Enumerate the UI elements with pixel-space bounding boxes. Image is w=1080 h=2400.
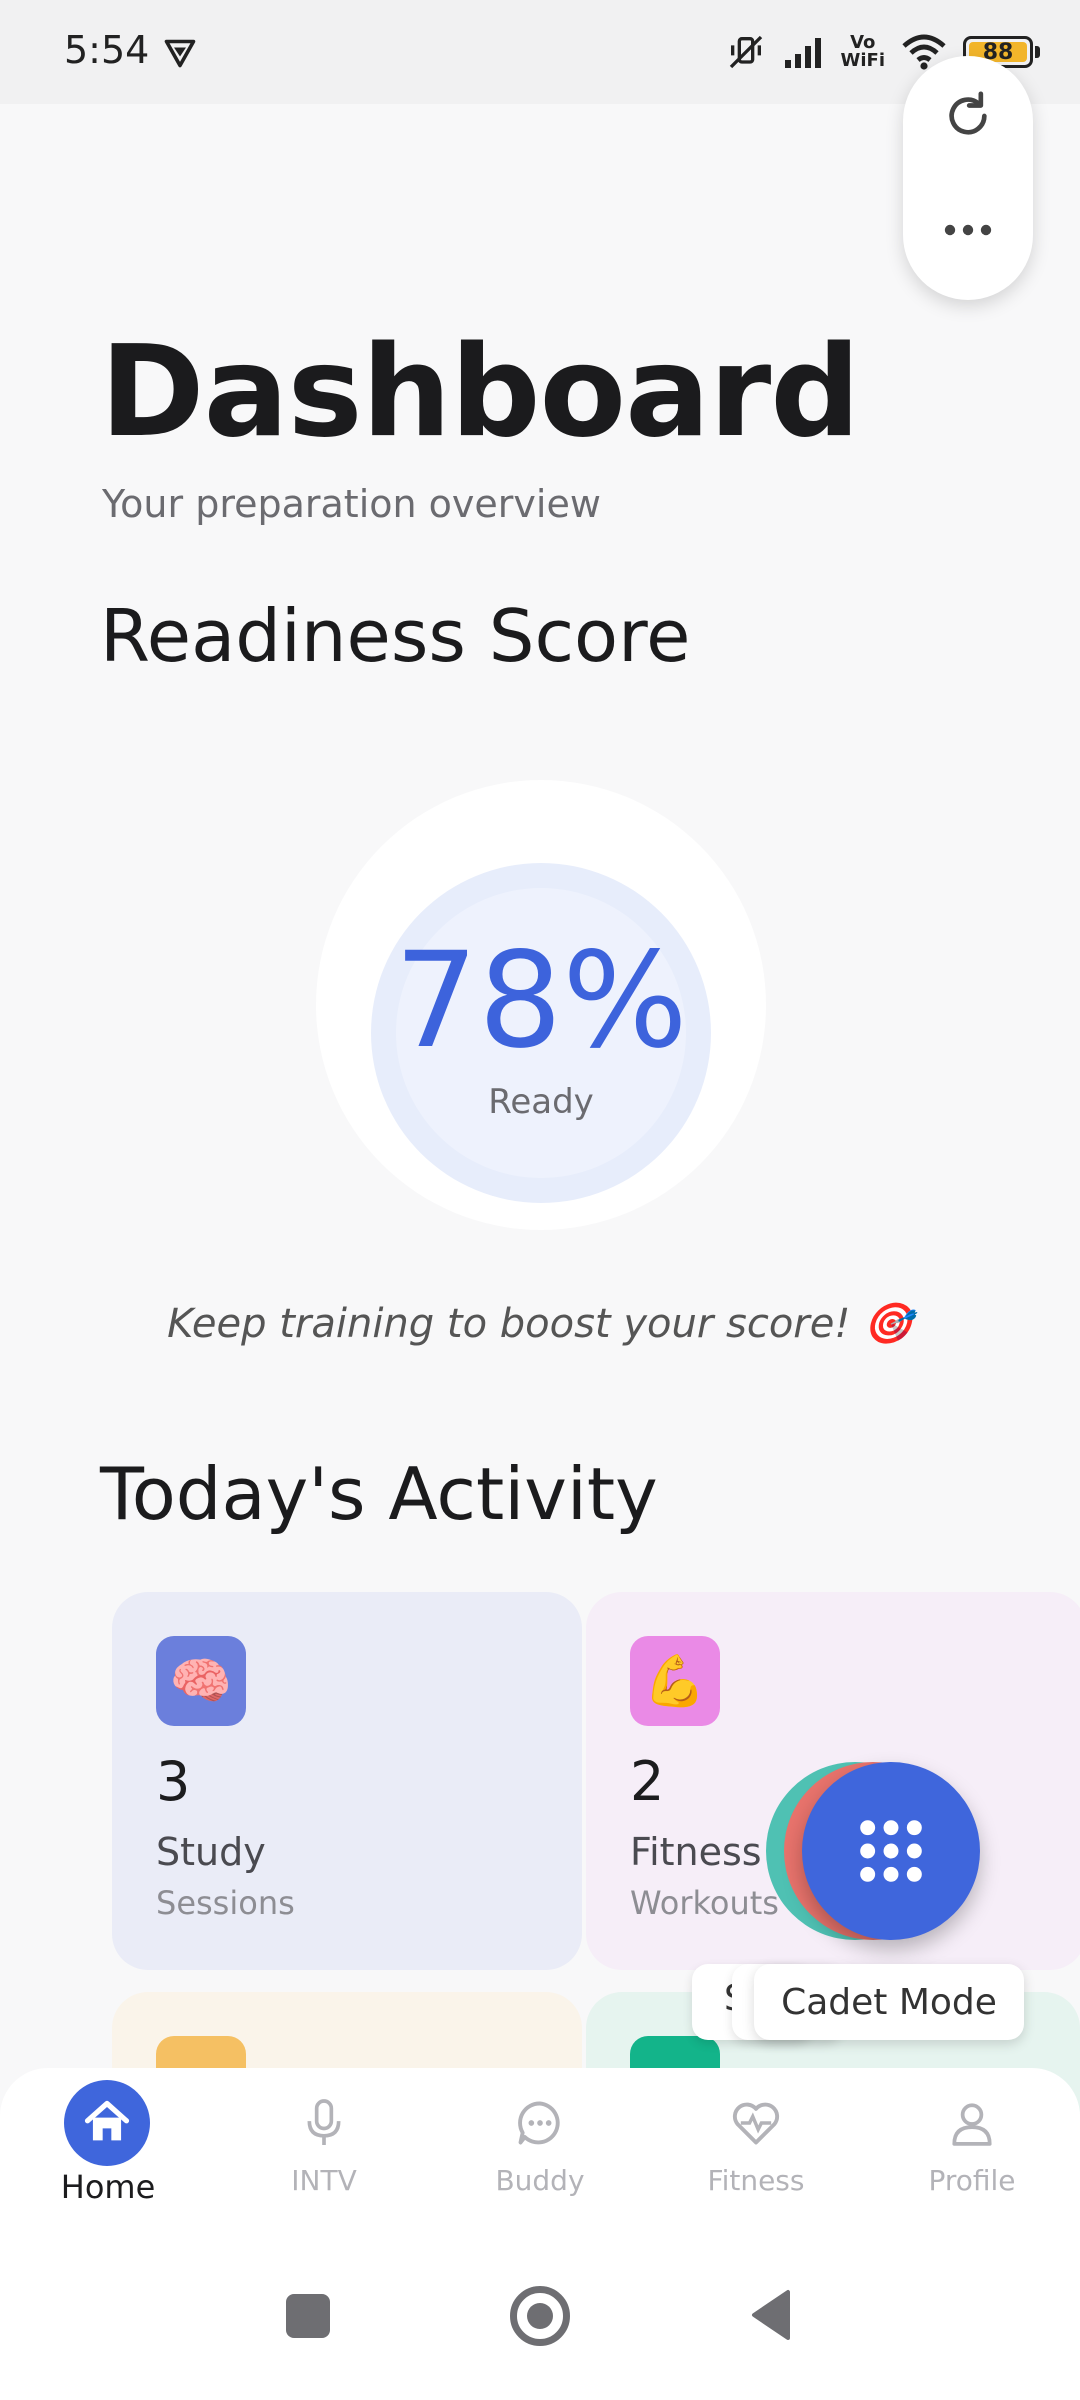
flexed-biceps-icon: 💪 [630,1636,720,1726]
page-subtitle: Your preparation overview [102,482,601,526]
readiness-value: 78% [394,924,688,1078]
readiness-section-title: Readiness Score [100,594,691,678]
activity-sublabel: Sessions [156,1884,295,1922]
activity-count: 2 [630,1750,665,1813]
activity-card-study[interactable]: 🧠 3 Study Sessions [112,1592,582,1970]
activity-label: Fitness [630,1830,762,1874]
activity-sublabel: Workouts [630,1884,779,1922]
system-navigation-bar [0,2248,1080,2400]
activity-label: Study [156,1830,266,1874]
nav-item-profile[interactable]: Profile [864,2068,1080,2248]
vibrate-mute-icon [729,35,762,69]
back-button[interactable] [748,2288,792,2342]
nav-label: Buddy [495,2164,585,2197]
chat-bubble-icon [505,2088,575,2158]
grid-dots-icon [860,1820,922,1882]
nav-item-intv[interactable]: INTV [216,2068,432,2248]
nav-item-fitness[interactable]: Fitness [648,2068,864,2248]
refresh-button[interactable] [938,86,998,146]
signal-icon [784,38,821,68]
nav-label: Fitness [707,2164,805,2197]
page-title: Dashboard [100,318,860,465]
home-icon [64,2080,150,2166]
cadet-mode-chip[interactable]: Cadet Mode [754,1964,1024,2040]
vowifi-label: Vo WiFi [840,32,886,71]
nav-label: Profile [928,2164,1016,2197]
vpn-icon [164,39,196,68]
readiness-gauge: 78% Ready [316,780,766,1230]
dashboard-screen: 5:54 Vo WiFi 88 Dashboard Your preparati… [0,0,1080,2400]
brain-icon: 🧠 [156,1636,246,1726]
status-time: 5:54 [64,28,150,72]
more-options-button[interactable] [938,200,998,260]
nav-label: Home [60,2168,156,2206]
nav-item-buddy[interactable]: Buddy [432,2068,648,2248]
nav-label: INTV [291,2164,357,2197]
readiness-label: Ready [488,1082,594,1122]
nav-item-home[interactable]: Home [0,2068,216,2248]
activity-section-title: Today's Activity [100,1452,658,1536]
home-system-button[interactable] [510,2286,570,2346]
refresh-icon [949,91,987,135]
fab-stack [766,1762,986,1942]
more-horizontal-icon [944,224,992,236]
bottom-navigation: Home INTV Buddy Fitness Profile [0,2068,1080,2248]
motivation-text: Keep training to boost your score! 🎯 [167,1301,913,1347]
home-dot-icon [527,2303,553,2329]
activity-count: 3 [156,1750,191,1813]
microphone-icon [289,2088,359,2158]
person-icon [937,2088,1007,2158]
apps-fab-button[interactable] [802,1762,980,1940]
floating-action-pill [903,56,1033,300]
battery-nub [1035,46,1040,58]
recents-button[interactable] [286,2294,330,2338]
heart-pulse-icon [721,2088,791,2158]
